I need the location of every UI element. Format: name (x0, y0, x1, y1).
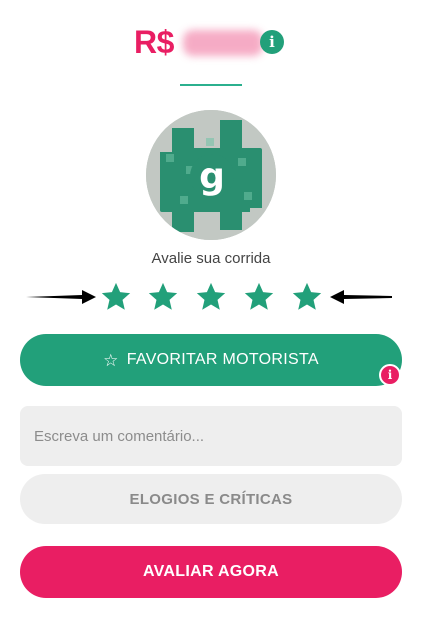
favorite-driver-button[interactable]: ☆ FAVORITAR MOTORISTA (20, 334, 402, 386)
rate-now-button[interactable]: AVALIAR AGORA (20, 546, 402, 598)
star-outline-icon: ☆ (103, 350, 119, 370)
divider (180, 84, 242, 86)
favorite-info-icon[interactable]: i (379, 364, 401, 386)
svg-text:g: g (199, 156, 225, 197)
arrow-left-icon (330, 290, 392, 304)
fare-row: R$ i (0, 24, 422, 60)
currency-label: R$ (134, 24, 174, 60)
star-4[interactable] (242, 280, 276, 314)
star-rating (0, 280, 422, 314)
rating-prompt: Avalie sua corrida (151, 250, 271, 267)
praise-criticism-button[interactable]: ELOGIOS E CRÍTICAS (20, 474, 402, 524)
star-3[interactable] (194, 280, 228, 314)
star-1[interactable] (99, 280, 133, 314)
arrow-right-icon (26, 290, 96, 304)
fare-value-blurred (183, 30, 263, 56)
driver-avatar: g (146, 110, 276, 240)
info-icon[interactable]: i (260, 30, 284, 54)
star-5[interactable] (290, 280, 324, 314)
comment-input[interactable] (20, 406, 402, 466)
star-2[interactable] (146, 280, 180, 314)
favorite-driver-label: FAVORITAR MOTORISTA (126, 351, 319, 368)
